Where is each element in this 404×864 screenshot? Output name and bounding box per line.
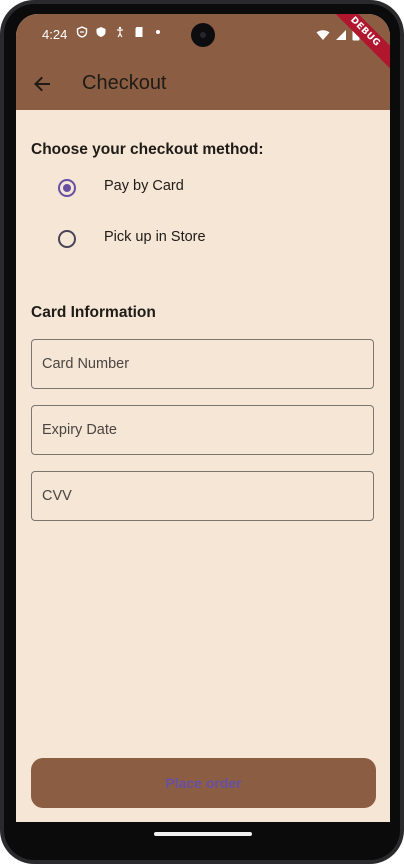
radio-label: Pay by Card (104, 178, 184, 194)
shield-solid-icon (96, 27, 106, 37)
status-icons-left (76, 26, 164, 38)
radio-dot (63, 184, 71, 192)
signal-icon (336, 29, 346, 40)
phone-frame: 4:24 DEBUG Checkout Choose your checkout… (0, 0, 404, 864)
cvv-label: CVV (42, 488, 72, 504)
status-bar: 4:24 DEBUG (16, 14, 390, 77)
radio-button-unselected[interactable] (58, 230, 76, 248)
screen: 4:24 DEBUG Checkout Choose your checkout… (16, 14, 390, 846)
app-bar: Checkout (16, 58, 390, 110)
card-number-label: Card Number (42, 356, 130, 372)
card-number-field[interactable]: Card Number (31, 339, 374, 389)
radio-label: Pick up in Store (104, 229, 206, 245)
place-order-label: Place order (165, 775, 242, 791)
wifi-icon (316, 29, 330, 40)
top-area: 4:24 DEBUG Checkout (16, 14, 390, 110)
radio-button-selected[interactable] (58, 179, 76, 197)
radio-option-pick-up-in-store[interactable]: Pick up in Store (16, 216, 390, 262)
shield-icon (76, 26, 88, 38)
dot-icon (156, 30, 160, 34)
home-indicator[interactable] (154, 832, 252, 836)
a11y-icon (117, 26, 123, 38)
back-button[interactable] (26, 68, 58, 100)
expiry-date-field[interactable]: Expiry Date (31, 405, 374, 455)
sd-card-icon (135, 27, 143, 37)
page-title: Checkout (82, 72, 167, 94)
checkout-method-heading: Choose your checkout method: (31, 141, 264, 158)
checkout-content: Choose your checkout method: Pay by Card… (16, 110, 390, 846)
status-time: 4:24 (42, 27, 68, 42)
radio-option-pay-by-card[interactable]: Pay by Card (16, 165, 390, 211)
card-info-heading: Card Information (31, 304, 156, 321)
expiry-date-label: Expiry Date (42, 422, 117, 438)
front-camera (191, 23, 215, 47)
cvv-field[interactable]: CVV (31, 471, 374, 521)
place-order-button[interactable]: Place order (31, 758, 376, 808)
arrow-back-icon (34, 76, 50, 92)
gesture-nav-bar (16, 822, 390, 846)
